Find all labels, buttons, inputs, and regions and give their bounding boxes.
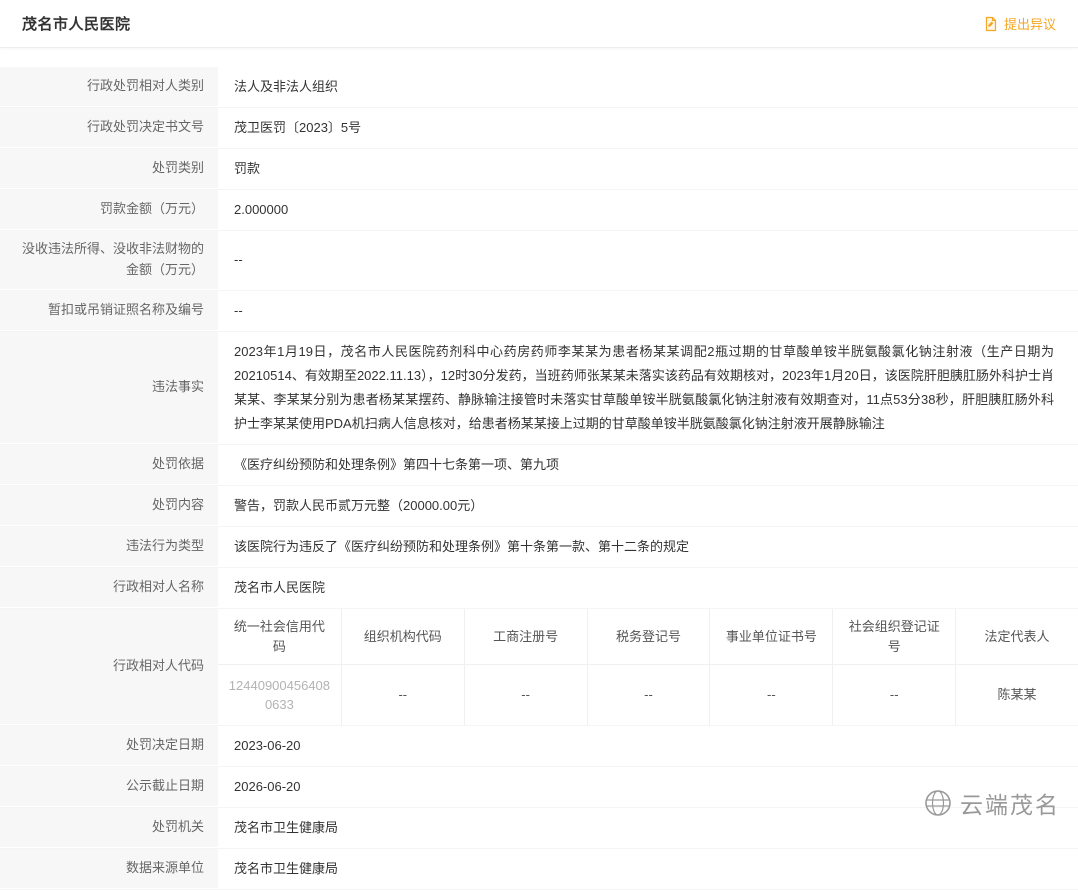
sub-table-cell: -- bbox=[832, 665, 955, 725]
table-row: 暂扣或吊销证照名称及编号 -- bbox=[0, 291, 1078, 332]
row-value: 法人及非法人组织 bbox=[218, 67, 1078, 107]
row-label: 行政处罚相对人类别 bbox=[0, 67, 218, 107]
table-row: 没收违法所得、没收非法财物的金额（万元） -- bbox=[0, 231, 1078, 291]
table-row: 公示截止日期 2026-06-20 bbox=[0, 767, 1078, 808]
table-row: 罚款金额（万元） 2.000000 bbox=[0, 190, 1078, 231]
legal-representative-value: 陈某某 bbox=[955, 665, 1078, 725]
row-value: 统一社会信用代码 组织机构代码 工商注册号 税务登记号 事业单位证书号 社会组织… bbox=[218, 609, 1078, 725]
row-label: 数据来源单位 bbox=[0, 849, 218, 889]
sub-table-header: 统一社会信用代码 bbox=[218, 609, 341, 665]
table-row: 行政处罚决定书文号 茂卫医罚〔2023〕5号 bbox=[0, 108, 1078, 149]
row-value: 茂名市卫生健康局 bbox=[218, 849, 1078, 889]
sub-table-header: 事业单位证书号 bbox=[709, 609, 832, 665]
sub-table-header: 工商注册号 bbox=[464, 609, 587, 665]
sub-table-header: 社会组织登记证号 bbox=[832, 609, 955, 665]
row-value: 茂名市人民医院 bbox=[218, 568, 1078, 608]
table-row: 处罚决定日期 2023-06-20 bbox=[0, 726, 1078, 767]
sub-table-cell: -- bbox=[341, 665, 464, 725]
row-value: 罚款 bbox=[218, 149, 1078, 189]
row-label: 处罚机关 bbox=[0, 808, 218, 848]
sub-table-cell: -- bbox=[464, 665, 587, 725]
dispute-document-icon bbox=[983, 16, 999, 32]
row-value: 2023年1月19日，茂名市人民医院药剂科中心药房药师李某某为患者杨某某调配2瓶… bbox=[218, 332, 1078, 444]
row-label: 行政处罚决定书文号 bbox=[0, 108, 218, 148]
row-label: 没收违法所得、没收非法财物的金额（万元） bbox=[0, 231, 218, 290]
row-label: 处罚内容 bbox=[0, 486, 218, 526]
watermark-text: 云端茂名 bbox=[960, 786, 1060, 820]
row-label: 处罚决定日期 bbox=[0, 726, 218, 766]
row-label: 违法事实 bbox=[0, 332, 218, 444]
row-value: -- bbox=[218, 231, 1078, 290]
globe-icon bbox=[923, 788, 953, 818]
row-label: 处罚依据 bbox=[0, 445, 218, 485]
row-label: 公示截止日期 bbox=[0, 767, 218, 807]
table-row: 数据来源单位 茂名市卫生健康局 bbox=[0, 849, 1078, 890]
sub-table-cell: -- bbox=[587, 665, 710, 725]
row-value: 警告，罚款人民币贰万元整（20000.00元） bbox=[218, 486, 1078, 526]
row-label: 处罚类别 bbox=[0, 149, 218, 189]
table-row: 处罚内容 警告，罚款人民币贰万元整（20000.00元） bbox=[0, 486, 1078, 527]
sub-table-header: 法定代表人 bbox=[955, 609, 1078, 665]
row-value: 2023-06-20 bbox=[218, 726, 1078, 766]
dispute-link-label: 提出异议 bbox=[1004, 14, 1056, 33]
dispute-link[interactable]: 提出异议 bbox=[983, 14, 1056, 33]
row-label: 暂扣或吊销证照名称及编号 bbox=[0, 291, 218, 331]
row-value: -- bbox=[218, 291, 1078, 331]
page-title: 茂名市人民医院 bbox=[22, 13, 131, 34]
table-row: 处罚机关 茂名市卫生健康局 bbox=[0, 808, 1078, 849]
row-value: 2.000000 bbox=[218, 190, 1078, 230]
sub-table-header: 税务登记号 bbox=[587, 609, 710, 665]
table-row: 行政处罚相对人类别 法人及非法人组织 bbox=[0, 67, 1078, 108]
credit-code-value: 124409004564080633 bbox=[218, 665, 341, 725]
sub-table-header: 组织机构代码 bbox=[341, 609, 464, 665]
penalty-detail-table: 行政处罚相对人类别 法人及非法人组织 行政处罚决定书文号 茂卫医罚〔2023〕5… bbox=[0, 67, 1078, 890]
table-row: 行政相对人名称 茂名市人民医院 bbox=[0, 568, 1078, 609]
row-value: 茂卫医罚〔2023〕5号 bbox=[218, 108, 1078, 148]
row-value: 《医疗纠纷预防和处理条例》第四十七条第一项、第九项 bbox=[218, 445, 1078, 485]
watermark: 云端茂名 bbox=[923, 786, 1060, 820]
entity-code-sub-table: 统一社会信用代码 组织机构代码 工商注册号 税务登记号 事业单位证书号 社会组织… bbox=[218, 609, 1078, 725]
sub-table-cell: -- bbox=[709, 665, 832, 725]
row-label: 行政相对人名称 bbox=[0, 568, 218, 608]
row-value: 该医院行为违反了《医疗纠纷预防和处理条例》第十条第一款、第十二条的规定 bbox=[218, 527, 1078, 567]
row-label: 罚款金额（万元） bbox=[0, 190, 218, 230]
header-bar: 茂名市人民医院 提出异议 bbox=[0, 0, 1078, 48]
table-row-entity-codes: 行政相对人代码 统一社会信用代码 组织机构代码 工商注册号 税务登记号 事业单位… bbox=[0, 609, 1078, 726]
table-row-violation-facts: 违法事实 2023年1月19日，茂名市人民医院药剂科中心药房药师李某某为患者杨某… bbox=[0, 332, 1078, 445]
table-row: 处罚依据 《医疗纠纷预防和处理条例》第四十七条第一项、第九项 bbox=[0, 445, 1078, 486]
table-row: 处罚类别 罚款 bbox=[0, 149, 1078, 190]
table-row: 违法行为类型 该医院行为违反了《医疗纠纷预防和处理条例》第十条第一款、第十二条的… bbox=[0, 527, 1078, 568]
row-label: 违法行为类型 bbox=[0, 527, 218, 567]
row-label: 行政相对人代码 bbox=[0, 609, 218, 725]
